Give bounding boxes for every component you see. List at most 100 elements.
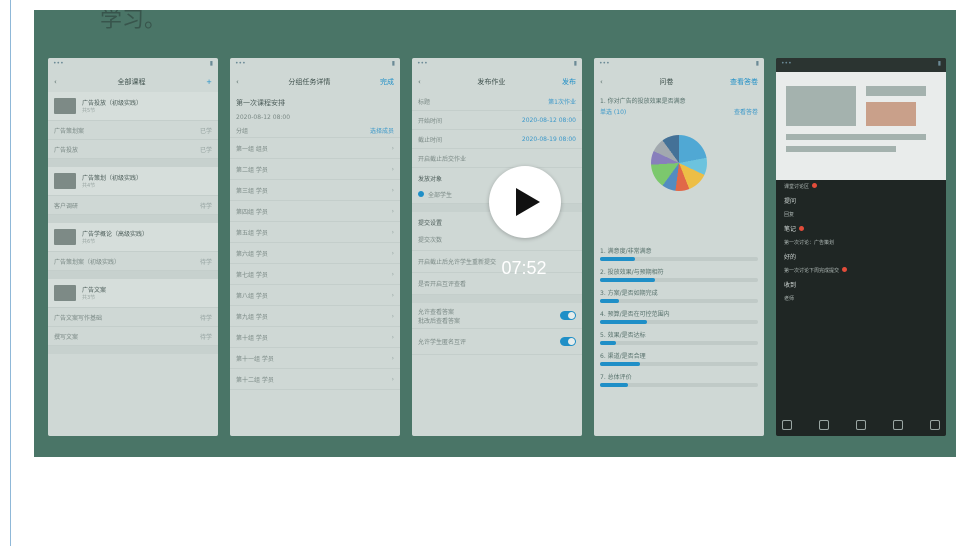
group-label: 第五组 学员 (236, 229, 268, 237)
toggle-switch (560, 337, 576, 346)
nav-bar: ‹ 全部课程 + (48, 72, 218, 92)
group-row: 第一组 组员 › (230, 138, 400, 159)
list-header: 分组 选择成员 (230, 124, 400, 138)
setting-label: 提交次数 (418, 237, 443, 244)
unread-dot (799, 226, 805, 231)
nav-title: 问卷 (659, 78, 674, 86)
survey-bar-label: 4. 预算/是否在可控范围内 (600, 311, 670, 318)
status-bar: ••• ▮ (776, 58, 946, 72)
survey-bar (600, 278, 758, 282)
section-title: 学习。 (100, 10, 167, 33)
chat-line: 老师 (776, 292, 946, 305)
survey-bar (600, 383, 758, 387)
chevron-right-icon: › (391, 291, 394, 299)
group-row: 第九组 学员 › (230, 306, 400, 327)
pie-chart (594, 117, 764, 243)
back-icon: ‹ (236, 78, 239, 86)
setting-label: 是否开启互评查看 (418, 281, 467, 288)
group-row: 第三组 学员 › (230, 180, 400, 201)
group-label: 第二组 学员 (236, 166, 268, 174)
group-row: 第五组 学员 › (230, 222, 400, 243)
chevron-right-icon: › (391, 249, 394, 257)
course-thumbnail (54, 173, 76, 189)
survey-bar (600, 257, 758, 261)
group-row: 第十二组 学员 › (230, 369, 400, 390)
survey-bar-fill (600, 299, 619, 303)
survey-bar-label: 3. 方案/是否如期完成 (600, 290, 658, 297)
survey-bar-label: 5. 效果/是否达标 (600, 332, 646, 339)
chevron-right-icon: › (391, 144, 394, 152)
group-label: 第八组 学员 (236, 292, 268, 300)
group-row: 第四组 学员 › (230, 201, 400, 222)
nav-action: 完成 (380, 78, 394, 86)
lesson-status: 已学 (199, 127, 212, 135)
survey-bar-label: 7. 总体评价 (600, 374, 632, 381)
chat-text: 回复 (784, 212, 795, 218)
screen-icon (893, 420, 903, 430)
group-row: 第七组 学员 › (230, 264, 400, 285)
chat-text: 提问 (784, 198, 797, 205)
form-row: 标题 第1次作业 (412, 92, 582, 111)
share-icon (930, 420, 940, 430)
survey-meta: 单选 (10) 查看答卷 (594, 105, 764, 117)
unread-dot (842, 267, 848, 272)
survey-bar-item: 2. 投放效果/与预期相符 (594, 264, 764, 285)
camera-icon (856, 420, 866, 430)
course-thumbnail (54, 285, 76, 301)
lesson-row: 广告策划案（初级实践） 待学 (48, 252, 218, 271)
group-label: 第一组 组员 (236, 145, 268, 153)
nav-action: 查看答卷 (730, 78, 758, 86)
video-preview (776, 72, 946, 180)
survey-bar-fill (600, 320, 648, 324)
survey-bar-fill (600, 383, 629, 387)
survey-bar-item: 7. 总体评价 (594, 369, 764, 390)
back-icon: ‹ (54, 78, 57, 86)
toggle-row: 允许查看答案 批改后查看答案 (412, 303, 582, 329)
divider (48, 215, 218, 223)
form-value: 2020-08-12 08:00 (521, 116, 576, 124)
unread-dot (812, 183, 818, 188)
chat-text: 收到 (784, 282, 797, 289)
form-label: 开启截止后交作业 (418, 155, 467, 163)
group-label: 第十一组 学员 (236, 355, 274, 363)
chevron-right-icon: › (391, 375, 394, 383)
lesson-row: 广告文案写作基础 待学 (48, 308, 218, 327)
nav-bar: ‹ 问卷 查看答卷 (594, 72, 764, 92)
course-title: 广告投放（初级实践） (82, 100, 143, 107)
survey-bar (600, 341, 758, 345)
survey-bar (600, 362, 758, 366)
form-value: 2020-08-19 08:00 (521, 135, 576, 143)
course-card: 广告学概论（高级实践） 共6节 (48, 223, 218, 252)
left-rule (10, 0, 11, 546)
lesson-label: 广告策划案 (54, 127, 85, 135)
play-button[interactable] (489, 166, 561, 238)
chat-line: 课堂讨论区 (776, 180, 946, 193)
course-text: 广告文案 共3节 (82, 285, 106, 301)
course-card: 广告策划（初级实践） 共4节 (48, 167, 218, 196)
form-row: 截止时间 2020-08-19 08:00 (412, 130, 582, 149)
lesson-row: 撰写文案 待学 (48, 327, 218, 346)
toggle-text: 允许学生匿名互评 (418, 337, 466, 346)
survey-bar-label: 1. 满意度/非常满意 (600, 248, 652, 255)
back-icon: ‹ (418, 78, 421, 86)
divider (48, 159, 218, 167)
lesson-row: 客户调研 待学 (48, 196, 218, 215)
survey-bar-fill (600, 341, 616, 345)
form-row: 开始时间 2020-08-12 08:00 (412, 111, 582, 130)
toggle-label: 允许查看答案 (418, 308, 455, 316)
course-text: 广告学概论（高级实践） 共6节 (82, 229, 148, 245)
toggle-row: 允许学生匿名互评 (412, 329, 582, 355)
survey-meta-right: 查看答卷 (733, 108, 758, 116)
divider (412, 295, 582, 303)
survey-bar (600, 299, 758, 303)
chevron-right-icon: › (391, 270, 394, 278)
chevron-right-icon: › (391, 333, 394, 341)
survey-bar-fill (600, 362, 640, 366)
survey-bar-item: 5. 效果/是否达标 (594, 327, 764, 348)
chat-line: 笔记 (776, 221, 946, 236)
course-title: 广告文案 (82, 287, 107, 294)
video-player[interactable]: 学习。 ••• ▮ ‹ 全部课程 + 广告投放（初级实践） 共5节 广告策划案 已学 广告… (34, 10, 956, 457)
lesson-status: 待学 (199, 202, 212, 210)
task-sub: 2020-08-12 08:00 (230, 110, 400, 124)
chat-text: 课堂讨论区 (784, 184, 810, 190)
